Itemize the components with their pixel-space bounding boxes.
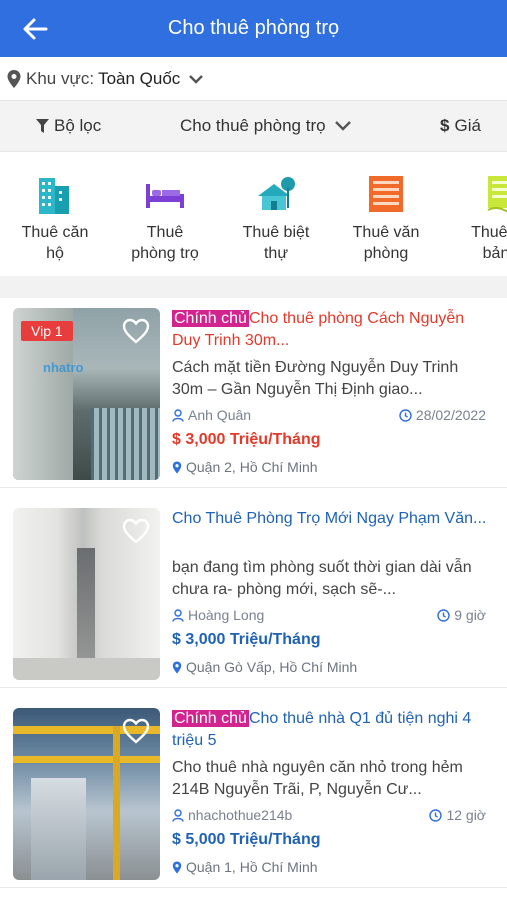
villa-icon (258, 177, 295, 210)
listing-photo[interactable] (13, 708, 160, 880)
heart-icon[interactable] (122, 518, 150, 544)
photo-watermark: nhatro (43, 360, 84, 375)
clock-icon (437, 608, 450, 622)
category-line1: Thuê n (471, 224, 507, 241)
category-apartment[interactable]: Thuê căn hộ (5, 172, 105, 264)
listing-title[interactable]: Chính chủ Cho thuê nhà Q1 đủ tiện nghi 4 … (172, 708, 490, 752)
vip-badge: Vip 1 (21, 321, 73, 341)
user-icon (172, 608, 184, 622)
region-label: Khu vực: (26, 68, 95, 88)
user-icon (172, 408, 184, 422)
apartment-building-icon (39, 178, 69, 214)
location-pin-icon (172, 461, 182, 473)
heart-icon[interactable] (122, 318, 150, 344)
category-line2: phòng trọ (131, 245, 199, 262)
category-line1: Thuê biệt (242, 224, 310, 241)
category-line1: Thuê văn (352, 224, 420, 241)
listing-photo[interactable] (13, 508, 160, 680)
listing-description: bạn đang tìm phòng suốt thời gian dài vẫ… (172, 559, 472, 598)
price-filter-label: Giá (454, 116, 481, 135)
listing-time: 28/02/2022 (415, 407, 486, 423)
section-divider (0, 276, 507, 298)
listing-location: Quận 2, Hồ Chí Minh (186, 459, 318, 475)
location-pin-icon (172, 661, 182, 673)
listing-title[interactable]: Chính chủ Cho thuê phòng Cách Nguyễn Duy … (172, 308, 490, 352)
clock-icon (429, 808, 443, 822)
listing-title[interactable]: Cho Thuê Phòng Trọ Mới Ngay Phạm Văn... (172, 508, 490, 552)
listing-author: Anh Quân (188, 407, 252, 423)
category-line2: bản (482, 245, 507, 262)
user-icon (172, 808, 184, 822)
app-bar: Cho thuê phòng trọ (0, 0, 507, 57)
filter-label: Bộ lọc (54, 116, 102, 135)
listing-author: nhachothue214b (188, 807, 293, 823)
dollar-icon: $ (440, 116, 450, 135)
listing-card[interactable]: Cho Thuê Phòng Trọ Mới Ngay Phạm Văn... … (0, 498, 507, 688)
category-row: Thuê căn hộ Thuê phòng trọ Thuê biệt thự (0, 152, 507, 276)
listing-time: 12 giờ (446, 807, 486, 823)
category-office[interactable]: Thuê văn phòng (336, 172, 436, 264)
chevron-down-icon (334, 121, 351, 131)
listing-price: $ 5,000 Triệu/Tháng (172, 831, 321, 848)
listing-card[interactable]: Chính chủ Cho thuê nhà Q1 đủ tiện nghi 4 … (0, 698, 507, 888)
clock-icon (399, 408, 412, 422)
region-value: Toàn Quốc (98, 68, 181, 88)
listing-price: $ 3,000 Triệu/Tháng (172, 631, 321, 648)
back-arrow-icon[interactable] (20, 14, 50, 44)
category-room[interactable]: Thuê phòng trọ (115, 172, 215, 264)
owner-tag: Chính chủ (172, 710, 249, 727)
warehouse-icon (487, 176, 507, 213)
category-villa[interactable]: Thuê biệt thự (226, 172, 326, 264)
category-warehouse[interactable]: Thuê n bản (446, 172, 507, 264)
listing-description: Cách mặt tiền Đường Nguyễn Duy Trinh 30m… (172, 359, 459, 398)
category-line1: Thuê căn (21, 224, 89, 241)
listing-photo[interactable]: Vip 1 nhatro (13, 308, 160, 480)
listing-location: Quận 1, Hồ Chí Minh (186, 859, 318, 875)
listing-price: $ 3,000 Triệu/Tháng (172, 431, 321, 448)
region-selector[interactable]: Khu vực: Toàn Quốc (0, 57, 507, 100)
location-pin-icon (7, 69, 21, 88)
listing-location: Quận Gò Vấp, Hồ Chí Minh (186, 659, 358, 675)
category-dropdown-label: Cho thuê phòng trọ (180, 116, 326, 135)
office-building-icon (369, 176, 403, 212)
heart-icon[interactable] (122, 718, 150, 744)
page-title: Cho thuê phòng trọ (167, 17, 340, 39)
category-line2: hộ (46, 245, 64, 262)
location-pin-icon (172, 861, 182, 873)
funnel-icon (36, 118, 49, 133)
price-filter-button[interactable]: $ Giá (440, 116, 481, 136)
category-line1: Thuê (146, 224, 184, 241)
filter-button[interactable]: Bộ lọc (36, 116, 101, 136)
listing-author: Hoàng Long (188, 607, 265, 623)
category-dropdown[interactable]: Cho thuê phòng trọ (180, 116, 359, 136)
bed-icon (146, 184, 184, 208)
chevron-down-icon (189, 74, 204, 84)
listing-description: Cho thuê nhà nguyên căn nhỏ trong hẻm 21… (172, 759, 463, 798)
listing-card[interactable]: Vip 1 nhatro Chính chủ Cho thuê phòng Các… (0, 298, 507, 488)
category-line2: thự (263, 245, 289, 262)
listing-time: 9 giờ (454, 607, 486, 623)
owner-tag: Chính chủ (172, 310, 249, 327)
category-line2: phòng (363, 245, 409, 262)
filter-bar: Bộ lọc Cho thuê phòng trọ $ Giá (0, 100, 507, 152)
